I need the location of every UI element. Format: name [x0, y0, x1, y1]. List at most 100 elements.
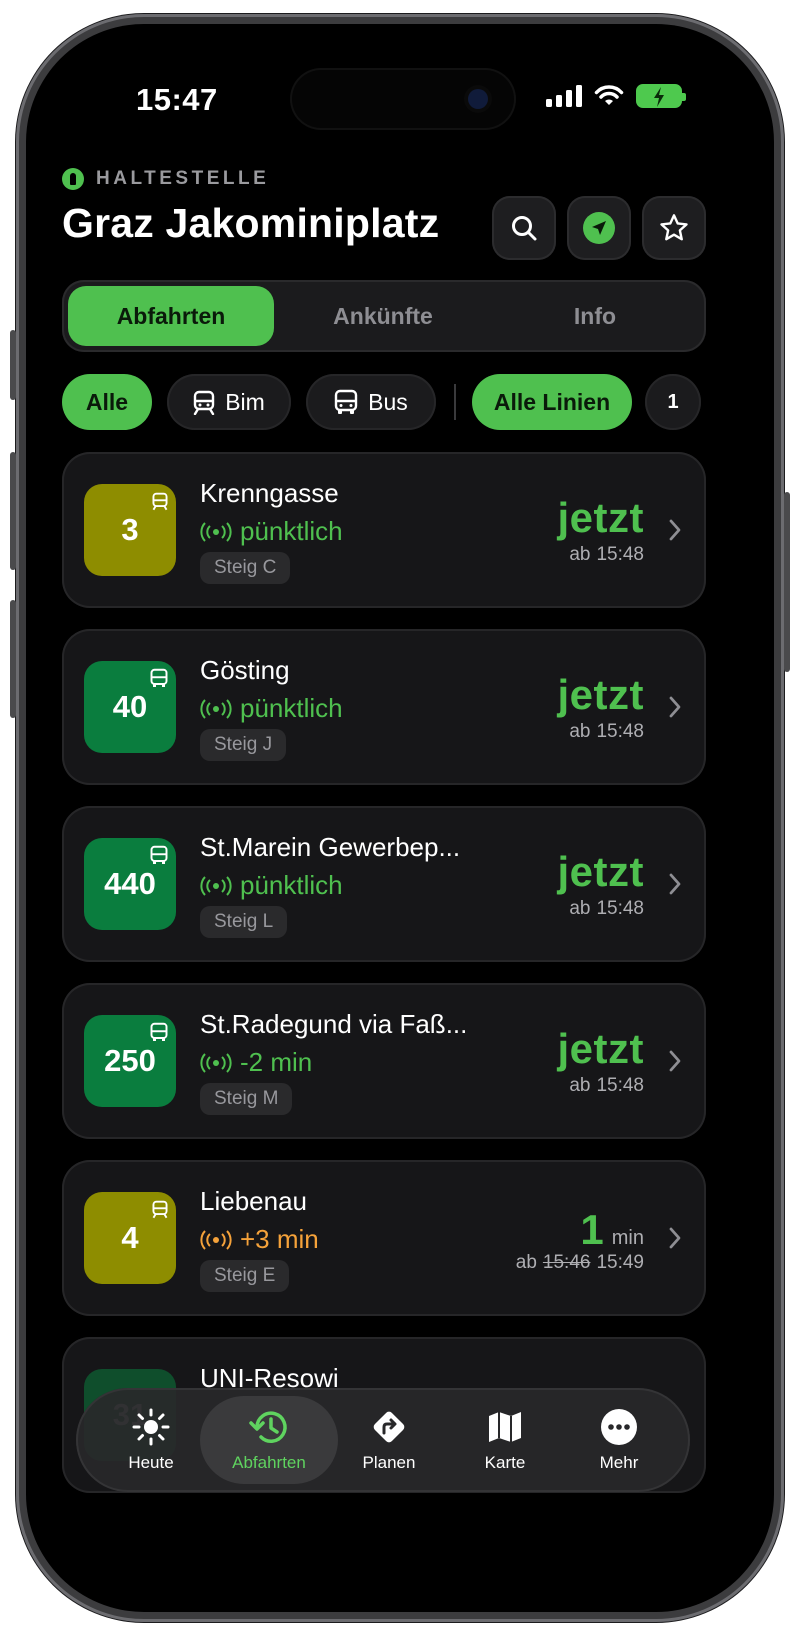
- line-badge: 3: [84, 484, 176, 576]
- time-value: 15:48: [596, 721, 644, 742]
- line-number: 440: [104, 866, 156, 901]
- favorite-button[interactable]: [642, 196, 706, 260]
- departure-card[interactable]: 4 Liebenau +3 min Steig E 1 min ab 15:46…: [62, 1160, 706, 1316]
- bus-icon: [150, 1022, 168, 1041]
- tram-icon: [152, 1200, 168, 1219]
- search-icon: [512, 216, 537, 241]
- realtime-status: pünktlich: [200, 693, 343, 724]
- tab-heute[interactable]: Heute: [92, 1396, 210, 1484]
- filter-bus-label: Bus: [368, 388, 408, 415]
- realtime-text: pünktlich: [240, 870, 343, 900]
- destination: St.Radegund via Faß...: [200, 1009, 468, 1039]
- scheduled-time: 15:46: [542, 1252, 591, 1273]
- tab-ankuenfte[interactable]: Ankünfte: [280, 286, 486, 346]
- line-badge: 4: [84, 1192, 176, 1284]
- status-time: 15:47: [136, 82, 218, 117]
- line-number: 40: [112, 689, 148, 724]
- tab-label: Abfahrten: [232, 1453, 306, 1472]
- departure-card[interactable]: 250 St.Radegund via Faß... -2 min Steig …: [62, 983, 706, 1139]
- departure-time: ab 15:48: [569, 898, 644, 920]
- filter-all-chip[interactable]: Alle: [62, 374, 152, 430]
- platform-tag: Steig L: [200, 906, 288, 938]
- location-arrow-icon: [583, 212, 615, 244]
- realtime-status: pünktlich: [200, 516, 343, 547]
- platform-tag: Steig J: [200, 729, 287, 761]
- realtime-status: pünktlich: [200, 870, 343, 901]
- bus-icon: [150, 845, 168, 864]
- chevron-right-icon: [669, 1227, 681, 1249]
- chevron-right-icon: [669, 1050, 681, 1072]
- filter-tram-label: Bim: [225, 388, 265, 415]
- time-prefix: ab: [569, 721, 591, 742]
- realtime-status: +3 min: [200, 1224, 319, 1255]
- realtime-signal-icon: [200, 875, 232, 896]
- departure-card[interactable]: 40 Gösting pünktlich Steig J jetzt ab 15:…: [62, 629, 706, 785]
- power-button: [784, 492, 790, 672]
- departure-time: ab 15:46 15:49: [516, 1252, 644, 1274]
- tab-label: Karte: [484, 1453, 526, 1472]
- line-number: 3: [121, 512, 139, 547]
- location-pin-icon: [62, 168, 84, 190]
- departure-card[interactable]: 440 St.Marein Gewerbep... pünktlich Stei…: [62, 806, 706, 962]
- filter-count-chip[interactable]: 1: [645, 374, 701, 430]
- platform-tag: Steig M: [200, 1083, 293, 1115]
- tab-abfahrten[interactable]: Abfahrten: [68, 286, 274, 346]
- stop-caption-text: HALTESTELLE: [96, 168, 270, 189]
- chevron-right-icon: [669, 696, 681, 718]
- realtime-text: pünktlich: [240, 516, 343, 546]
- line-badge: 40: [84, 661, 176, 753]
- map-icon: [489, 1412, 521, 1442]
- time-value: 15:48: [596, 898, 644, 919]
- minutes-value: 1: [580, 1206, 604, 1253]
- search-button[interactable]: [492, 196, 556, 260]
- line-number: 250: [104, 1043, 156, 1078]
- tab-bar: Heute Abfahrten Planen Karte Mehr: [76, 1388, 690, 1492]
- bus-icon: [150, 668, 168, 687]
- stop-caption: HALTESTELLE: [62, 168, 269, 190]
- realtime-signal-icon: [200, 521, 232, 542]
- filter-bus-chip[interactable]: Bus: [306, 374, 436, 430]
- line-badge: 250: [84, 1015, 176, 1107]
- platform-tag: Steig C: [200, 552, 291, 584]
- realtime-signal-icon: [200, 1052, 232, 1073]
- clock-history-icon: [249, 1411, 287, 1443]
- route-icon: [373, 1411, 405, 1443]
- wifi-icon: [594, 85, 624, 105]
- destination: Krenngasse: [200, 478, 339, 508]
- realtime-signal-icon: [200, 1229, 232, 1250]
- time-prefix: ab: [515, 1252, 537, 1273]
- tab-mehr[interactable]: Mehr: [560, 1396, 678, 1484]
- volume-down-button: [10, 600, 16, 718]
- departure-when: jetzt: [557, 848, 644, 895]
- departure-card[interactable]: 3 Krenngasse pünktlich Steig C jetzt ab 1…: [62, 452, 706, 608]
- minutes-unit: min: [611, 1227, 644, 1249]
- departure-when: jetzt: [557, 1025, 644, 1072]
- segmented-control: Abfahrten Ankünfte Info: [62, 280, 706, 352]
- destination: Liebenau: [200, 1186, 307, 1216]
- filter-all-label: Alle: [85, 388, 129, 415]
- page-title: Graz Jakominiplatz: [62, 200, 440, 246]
- bus-icon: [334, 389, 358, 414]
- time-value: 15:49: [596, 1252, 644, 1273]
- departure-when: jetzt: [557, 671, 644, 718]
- battery-charging-icon: [636, 84, 686, 108]
- realtime-text: -2 min: [240, 1047, 313, 1077]
- cellular-signal-icon: [546, 85, 582, 107]
- line-number: 4: [121, 1220, 139, 1255]
- filter-tram-chip[interactable]: Bim: [167, 374, 291, 430]
- realtime-status: -2 min: [200, 1047, 312, 1078]
- filter-lines-label: Alle Linien: [493, 388, 611, 415]
- sun-icon: [132, 1408, 170, 1446]
- tab-abfahrten-nav[interactable]: Abfahrten: [200, 1396, 338, 1484]
- tram-icon: [193, 390, 215, 415]
- tab-karte[interactable]: Karte: [446, 1396, 564, 1484]
- tab-planen[interactable]: Planen: [330, 1396, 448, 1484]
- star-icon: [660, 214, 688, 241]
- realtime-signal-icon: [200, 698, 232, 719]
- departure-time: ab 15:48: [569, 721, 644, 743]
- locate-button[interactable]: [567, 196, 631, 260]
- filter-lines-chip[interactable]: Alle Linien: [472, 374, 632, 430]
- tab-info[interactable]: Info: [492, 286, 698, 346]
- departure-time: ab 15:48: [569, 544, 644, 566]
- tab-label: Heute: [128, 1453, 174, 1472]
